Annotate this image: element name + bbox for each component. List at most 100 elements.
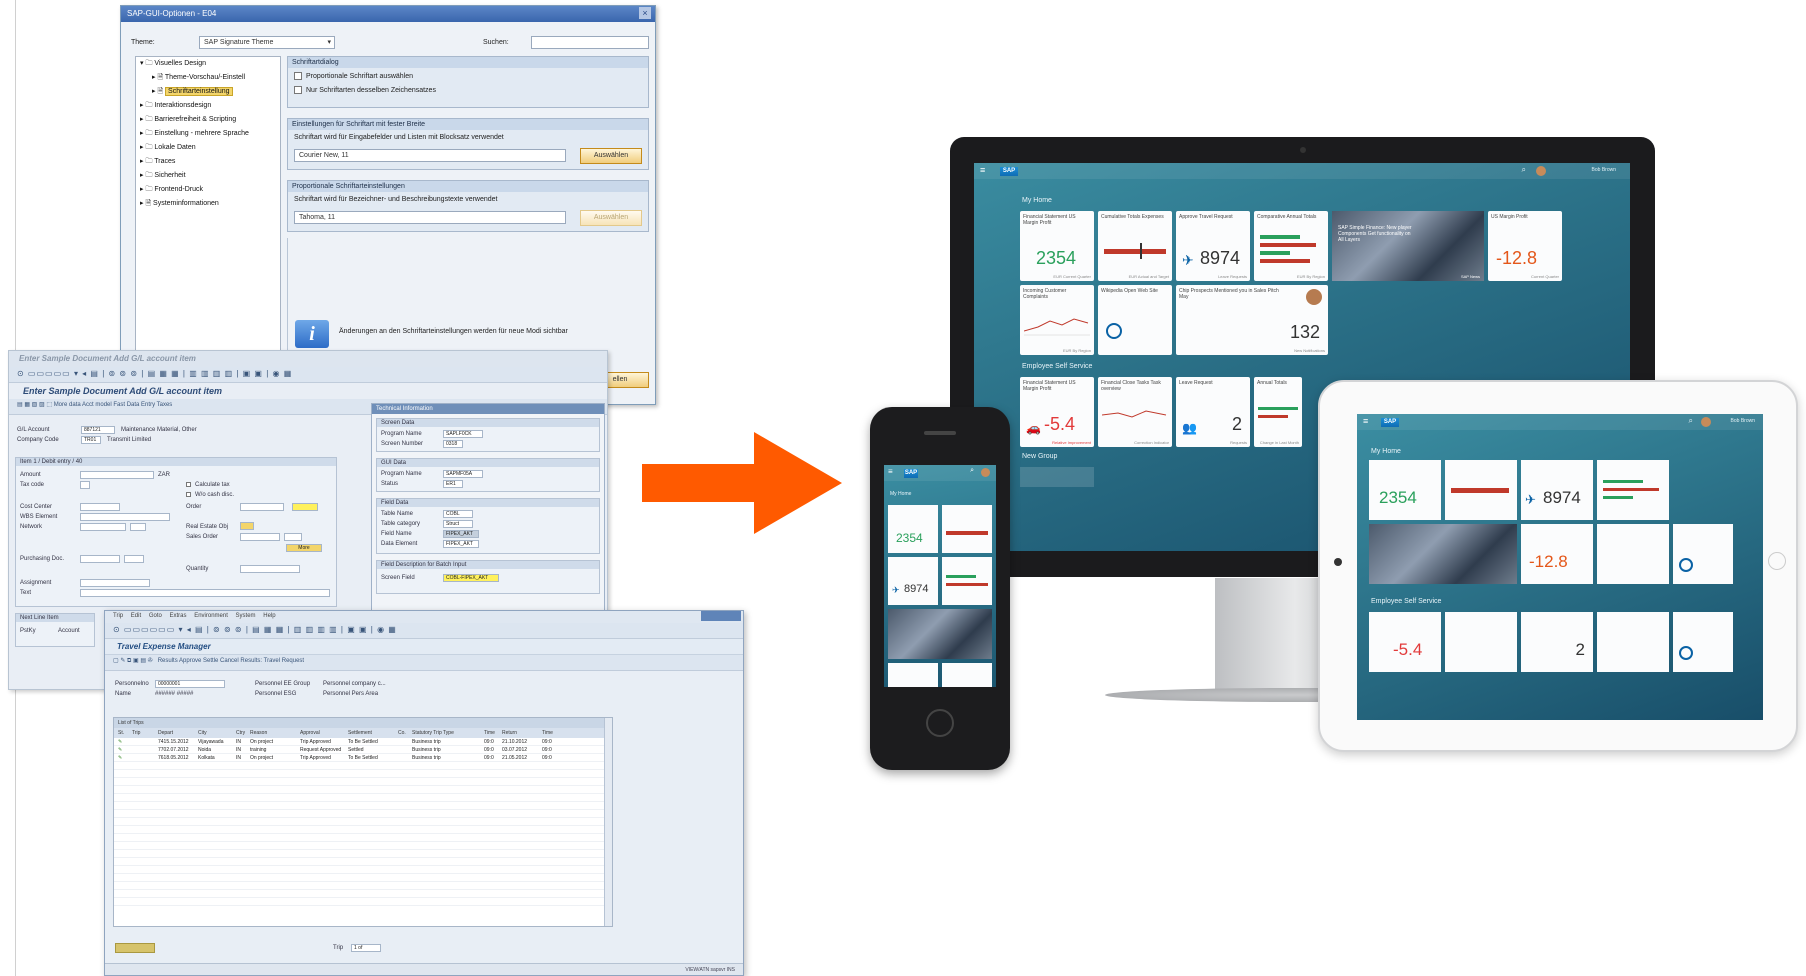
- checkbox-row[interactable]: Proportionale Schriftart auswählen: [288, 68, 648, 84]
- home-button[interactable]: [926, 709, 954, 737]
- amount-field[interactable]: [80, 471, 154, 479]
- tile-leave-request[interactable]: 2: [1521, 612, 1593, 672]
- tree-item[interactable]: ▸ 🗎 Systeminformationen: [136, 197, 280, 211]
- tile-customer-complaints[interactable]: Incoming Customer Complaints EUR By Regi…: [1020, 285, 1094, 355]
- fixed-font-field[interactable]: Courier New, 11: [294, 149, 566, 162]
- menu-icon[interactable]: ≡: [888, 467, 893, 476]
- tile-ess-financial[interactable]: -5.4: [1369, 612, 1441, 672]
- tile-financial-statement[interactable]: 2354: [888, 505, 938, 553]
- tree-item[interactable]: ▸ 🗀 Traces: [136, 155, 280, 169]
- table-scrollbar[interactable]: [604, 718, 612, 926]
- tile[interactable]: [942, 663, 992, 687]
- select-font-button[interactable]: Auswählen: [580, 148, 642, 164]
- window-controls[interactable]: [701, 611, 741, 621]
- company-code-field[interactable]: TR01: [81, 436, 101, 444]
- tile-wikipedia[interactable]: Wikipedia Open Web Site: [1098, 285, 1172, 355]
- avatar[interactable]: [1701, 417, 1711, 427]
- menu-icon[interactable]: ≡: [1363, 416, 1368, 426]
- tile-comparative-annual[interactable]: [942, 557, 992, 605]
- network-field[interactable]: [80, 523, 126, 531]
- close-icon[interactable]: ×: [639, 7, 651, 19]
- proportional-font-field[interactable]: Tahoma, 11: [294, 211, 566, 224]
- highlighted-field[interactable]: [292, 503, 318, 511]
- tree-item[interactable]: ▸ 🗀 Sicherheit: [136, 169, 280, 183]
- search-icon[interactable]: ⌕: [970, 467, 974, 475]
- tile-chip-prospects[interactable]: Chip Prospects Mentioned you in Sales Pi…: [1176, 285, 1328, 355]
- assignment-field[interactable]: [80, 579, 150, 587]
- tree-item[interactable]: ▸ 🗀 Barrierefreiheit & Scripting: [136, 113, 280, 127]
- tile-annual-totals[interactable]: [1597, 612, 1669, 672]
- page-field[interactable]: 1 of: [351, 944, 381, 952]
- tile-news-photo[interactable]: [1369, 524, 1517, 584]
- tree-item[interactable]: ▸ 🗀 Einstellung - mehrere Sprache: [136, 127, 280, 141]
- search-icon[interactable]: ⌕: [1689, 416, 1693, 426]
- more-button[interactable]: More: [286, 544, 322, 552]
- table-toolbar[interactable]: [115, 943, 155, 953]
- sales-order-item-field[interactable]: [284, 533, 302, 541]
- tree-item[interactable]: ▾ 🗀 Visuelles Design: [136, 57, 280, 71]
- theme-select[interactable]: SAP Signature Theme ▾: [199, 36, 335, 49]
- tile-ess-financial[interactable]: Financial Statement US Margin Profit 🚗 -…: [1020, 377, 1094, 447]
- tile-approve-travel[interactable]: Approve Travel Request ✈ 8974 Leave Requ…: [1176, 211, 1250, 281]
- personnel-field[interactable]: 00000001: [155, 680, 225, 688]
- real-estate-button[interactable]: [240, 522, 254, 530]
- tile-wikipedia[interactable]: [1673, 524, 1733, 584]
- tile-cumulative-totals[interactable]: [1445, 460, 1517, 520]
- tile-approve-travel[interactable]: ✈ 8974: [1521, 460, 1593, 520]
- tile-cumulative-totals[interactable]: [942, 505, 992, 553]
- tile-wikipedia[interactable]: [1673, 612, 1733, 672]
- checkbox[interactable]: [294, 72, 302, 80]
- menu-edit[interactable]: Edit: [131, 613, 141, 619]
- purchasing-item-field[interactable]: [124, 555, 144, 563]
- user-name[interactable]: Bob Brown: [1731, 418, 1755, 424]
- home-button[interactable]: [1768, 552, 1786, 570]
- tile-comparative-annual[interactable]: [1597, 460, 1669, 520]
- tile-placeholder[interactable]: [1020, 467, 1094, 487]
- sap-logo[interactable]: SAP: [1000, 167, 1018, 176]
- tree-item[interactable]: ▸ 🗀 Interaktionsdesign: [136, 99, 280, 113]
- menu-goto[interactable]: Goto: [149, 613, 162, 619]
- tile-customer-complaints[interactable]: [1597, 524, 1669, 584]
- search-icon[interactable]: ⌕: [1522, 165, 1526, 175]
- text-field[interactable]: [80, 589, 330, 597]
- tile-financial-statement[interactable]: Financial Statement US Margin Profit 235…: [1020, 211, 1094, 281]
- tile-us-margin[interactable]: US Margin Profit -12.8 Current Quarter: [1488, 211, 1562, 281]
- menu-system[interactable]: System: [236, 613, 256, 619]
- quantity-field[interactable]: [240, 565, 300, 573]
- order-field[interactable]: [240, 503, 284, 511]
- table-row[interactable]: ✎ 7618.05.2012 Kolkata IN On project Trip App…: [114, 754, 612, 762]
- wo-cash-checkbox[interactable]: W/o cash disc.: [186, 492, 234, 498]
- avatar[interactable]: [981, 468, 990, 477]
- tile-comparative-annual[interactable]: Comparative Annual Totals EUR By Region: [1254, 211, 1328, 281]
- menu-extras[interactable]: Extras: [170, 613, 187, 619]
- gl-account-field[interactable]: 887121: [81, 426, 115, 434]
- tree-item[interactable]: ▸ 🗀 Lokale Daten: [136, 141, 280, 155]
- tile-news-photo[interactable]: [888, 609, 992, 659]
- tile-us-margin[interactable]: -12.8: [1521, 524, 1593, 584]
- tile-news-photo[interactable]: SAP Simple Finance: New player Component…: [1332, 211, 1484, 281]
- menu-trip[interactable]: Trip: [113, 613, 123, 619]
- sap-logo[interactable]: SAP: [904, 469, 918, 478]
- sap-logo[interactable]: SAP: [1381, 418, 1399, 427]
- table-row[interactable]: ✎ 7702.07.2012 Noida IN training Request Appr…: [114, 746, 612, 754]
- user-name[interactable]: Bob Brown: [1592, 167, 1616, 173]
- menu-icon[interactable]: ≡: [980, 165, 985, 175]
- checkbox[interactable]: [294, 86, 302, 94]
- tile-financial-close[interactable]: Financial Close Tasks Task overview Corr…: [1098, 377, 1172, 447]
- tile[interactable]: [888, 663, 938, 687]
- tile-financial-statement[interactable]: 2354: [1369, 460, 1441, 520]
- network-activity-field[interactable]: [130, 523, 146, 531]
- wbs-field[interactable]: [80, 513, 170, 521]
- table-row[interactable]: ✎ 7415.15.2012 Vijayawada IN On project Trip …: [114, 738, 612, 746]
- tile-approve-travel[interactable]: ✈ 8974: [888, 557, 938, 605]
- tree-item[interactable]: ▸ 🗎 Theme-Vorschau/-Einstell: [136, 71, 280, 85]
- menu-help[interactable]: Help: [263, 613, 275, 619]
- search-input[interactable]: [531, 36, 649, 49]
- cost-center-field[interactable]: [80, 503, 120, 511]
- sales-order-field[interactable]: [240, 533, 280, 541]
- purchasing-field[interactable]: [80, 555, 120, 563]
- avatar[interactable]: [1536, 166, 1546, 176]
- tax-code-field[interactable]: [80, 481, 90, 489]
- tree-item[interactable]: ▸ 🗀 Frontend-Druck: [136, 183, 280, 197]
- menu-environment[interactable]: Environment: [194, 613, 228, 619]
